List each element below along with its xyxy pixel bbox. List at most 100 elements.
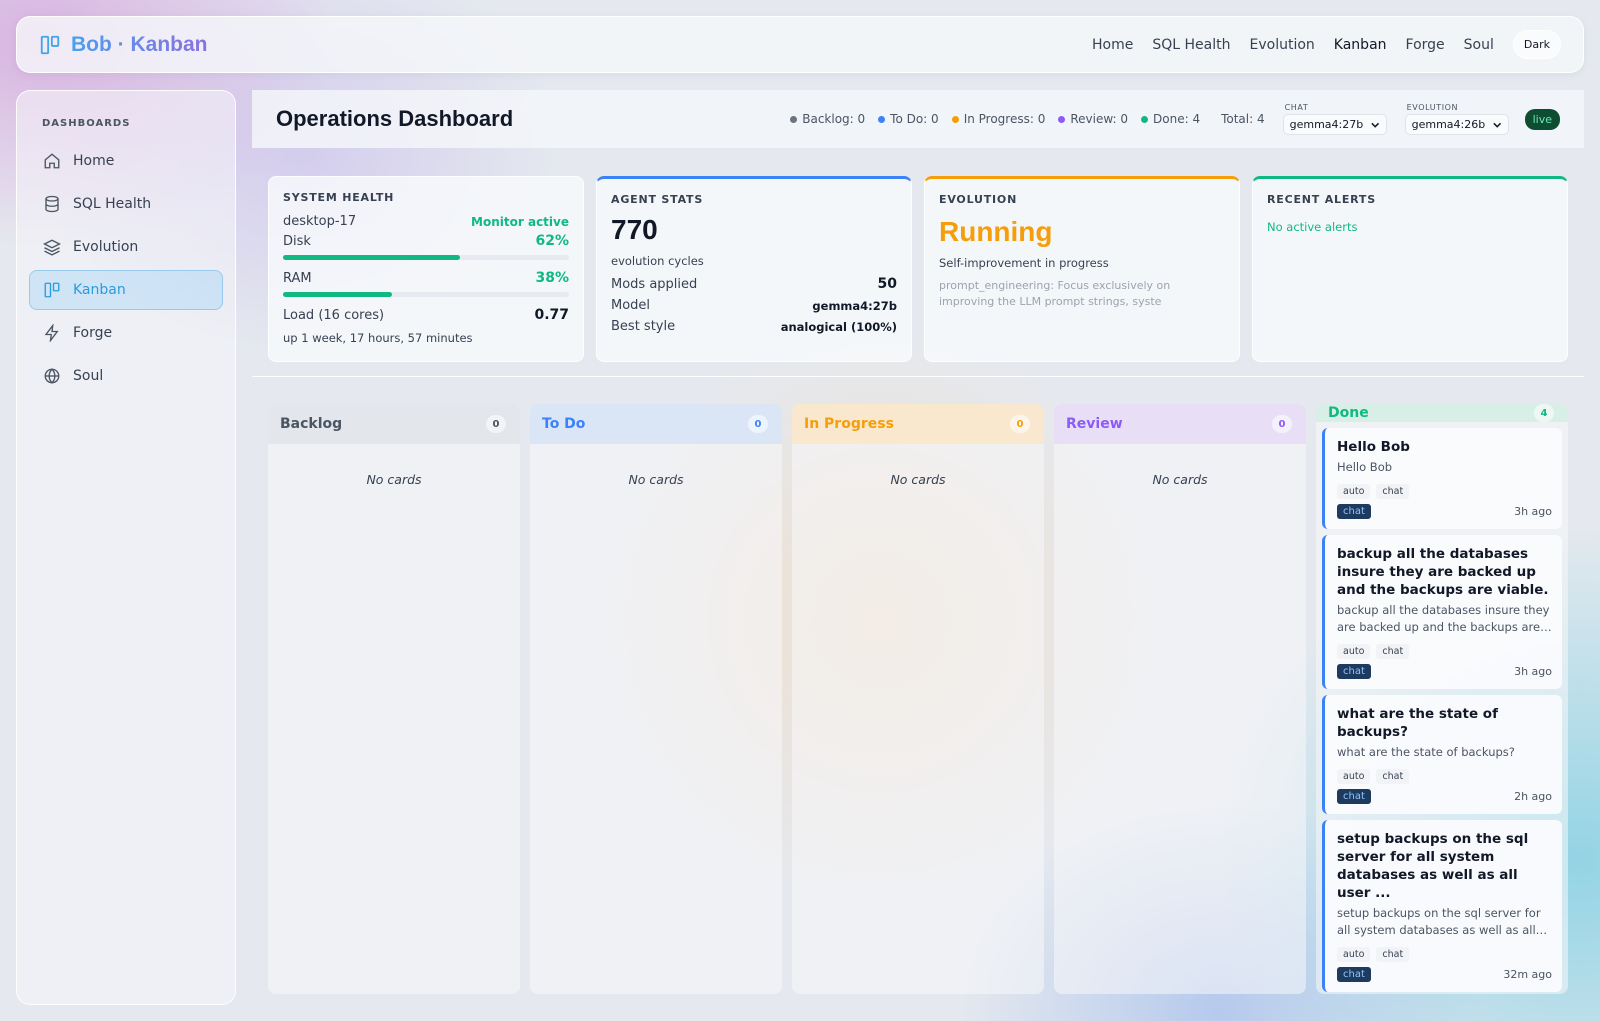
evolution-model-select[interactable]: gemma4:26b	[1404, 114, 1509, 135]
column-backlog: Backlog 0 No cards	[268, 404, 520, 994]
card-tag: chat	[1376, 644, 1410, 659]
system-health-card: SYSTEM HEALTH desktop-17 Monitor active …	[268, 176, 584, 362]
column-count: 0	[486, 415, 506, 433]
column-header[interactable]: To Do 0	[530, 404, 782, 444]
empty-column-text: No cards	[366, 472, 422, 487]
live-badge: live	[1524, 108, 1560, 130]
card-timestamp: 3h ago	[1514, 505, 1552, 518]
card-title: AGENT STATS	[611, 193, 704, 206]
nav-sql-health[interactable]: SQL Health	[1152, 37, 1230, 53]
chat-model-select[interactable]: gemma4:27b	[1282, 114, 1387, 135]
sidebar-item-label: Soul	[73, 368, 104, 384]
sidebar-item-label: Forge	[73, 325, 113, 341]
kanban-card[interactable]: what are the state of backups? what are …	[1322, 695, 1562, 814]
evolution-model-group: EVOLUTION gemma4:26b	[1404, 103, 1509, 135]
kanban-icon	[40, 35, 60, 54]
count-todo: To Do: 0	[878, 112, 939, 126]
count-review: Review: 0	[1058, 112, 1128, 126]
column-header[interactable]: Review 0	[1054, 404, 1306, 444]
card-tag: auto	[1337, 769, 1371, 784]
load-value: 0.77	[534, 307, 569, 323]
card-description: what are the state of backups?	[1337, 745, 1515, 759]
sidebar-item-evolution[interactable]: Evolution	[29, 227, 223, 267]
sidebar-item-label: Evolution	[73, 239, 139, 255]
evolution-model-label: EVOLUTION	[1406, 103, 1459, 112]
card-title: RECENT ALERTS	[1267, 193, 1376, 206]
evolution-subtitle: Self-improvement in progress	[939, 256, 1109, 270]
sidebar-item-home[interactable]: Home	[29, 141, 223, 181]
empty-column-text: No cards	[890, 472, 946, 487]
count-total: Total: 4	[1221, 112, 1265, 126]
cycles-count: 770	[611, 214, 658, 245]
disk-progress-bar	[283, 255, 569, 260]
brand[interactable]: Bob · Kanban	[39, 33, 208, 57]
layers-icon	[43, 239, 61, 256]
card-title: SYSTEM HEALTH	[283, 191, 395, 204]
card-tag: auto	[1337, 484, 1371, 499]
status-dot	[790, 115, 798, 123]
page-title: Operations Dashboard	[276, 106, 514, 131]
status-dot	[1058, 115, 1066, 123]
alerts-message: No active alerts	[1267, 220, 1358, 234]
column-review: Review 0 No cards	[1054, 404, 1306, 994]
count-in-progress: In Progress: 0	[951, 112, 1045, 126]
card-title: what are the state of backups?	[1337, 706, 1498, 740]
nav-evolution[interactable]: Evolution	[1250, 37, 1315, 53]
globe-icon	[44, 368, 60, 384]
card-source-chip: chat	[1337, 504, 1371, 519]
card-title: Hello Bob	[1337, 439, 1410, 455]
cycles-label: evolution cycles	[611, 254, 704, 268]
nav-forge[interactable]: Forge	[1406, 37, 1445, 53]
card-timestamp: 3h ago	[1514, 665, 1552, 678]
card-description: backup all the databases insure they are…	[1337, 603, 1550, 634]
sidebar-item-label: SQL Health	[73, 196, 152, 212]
empty-column-text: No cards	[628, 472, 684, 487]
column-in-progress: In Progress 0 No cards	[792, 404, 1044, 994]
ram-progress-fill	[283, 292, 392, 297]
dashboard-header: Operations Dashboard Backlog: 0 To Do: 0…	[252, 90, 1584, 148]
model-label: Model	[611, 298, 651, 313]
sidebar-item-kanban[interactable]: Kanban	[29, 270, 223, 310]
sidebar-item-label: Home	[73, 153, 115, 169]
count-backlog: Backlog: 0	[790, 112, 865, 126]
nav-soul[interactable]: Soul	[1464, 37, 1494, 53]
status-dot	[1141, 115, 1149, 123]
ram-percent: 38%	[535, 270, 569, 286]
ram-label: RAM	[283, 270, 312, 286]
chat-model-group: CHAT gemma4:27b	[1282, 103, 1387, 135]
column-title: Backlog	[280, 416, 343, 432]
column-title: In Progress	[804, 416, 894, 432]
evolution-status: Running	[939, 216, 1053, 247]
column-count: 0	[748, 415, 768, 433]
column-todo: To Do 0 No cards	[530, 404, 782, 994]
home-icon	[44, 153, 60, 169]
lightning-icon	[44, 324, 59, 342]
card-timestamp: 32m ago	[1503, 968, 1552, 981]
theme-toggle-button[interactable]: Dark	[1512, 30, 1561, 59]
column-header[interactable]: Backlog 0	[268, 404, 520, 444]
card-tag: chat	[1376, 769, 1410, 784]
ram-progress-bar	[283, 292, 569, 297]
kanban-card[interactable]: setup backups on the sql server for all …	[1322, 820, 1562, 992]
nav-kanban[interactable]: Kanban	[1334, 37, 1387, 53]
empty-column-text: No cards	[1152, 472, 1208, 487]
kanban-card[interactable]: Hello Bob Hello Bob auto chat chat 3h ago	[1322, 428, 1562, 529]
sidebar-item-soul[interactable]: Soul	[29, 356, 223, 396]
sidebar-item-label: Kanban	[73, 282, 126, 298]
kanban-card[interactable]: backup all the databases insure they are…	[1322, 535, 1562, 689]
disk-label: Disk	[283, 233, 311, 249]
sidebar-item-forge[interactable]: Forge	[29, 313, 223, 353]
column-header[interactable]: In Progress 0	[792, 404, 1044, 444]
column-header[interactable]: Done 4	[1316, 404, 1568, 422]
top-navbar: Bob · Kanban Home SQL Health Evolution K…	[16, 16, 1584, 73]
status-dot	[951, 115, 959, 123]
status-counts: Backlog: 0 To Do: 0 In Progress: 0 Revie…	[790, 112, 1265, 126]
kanban-icon	[44, 282, 60, 298]
main-nav: Home SQL Health Evolution Kanban Forge S…	[1092, 30, 1561, 59]
card-source-chip: chat	[1337, 789, 1371, 804]
column-count: 0	[1010, 415, 1030, 433]
column-title: Done	[1328, 405, 1369, 421]
nav-home[interactable]: Home	[1092, 37, 1133, 53]
stat-cards: SYSTEM HEALTH desktop-17 Monitor active …	[268, 176, 1568, 362]
sidebar-item-sql-health[interactable]: SQL Health	[29, 184, 223, 224]
